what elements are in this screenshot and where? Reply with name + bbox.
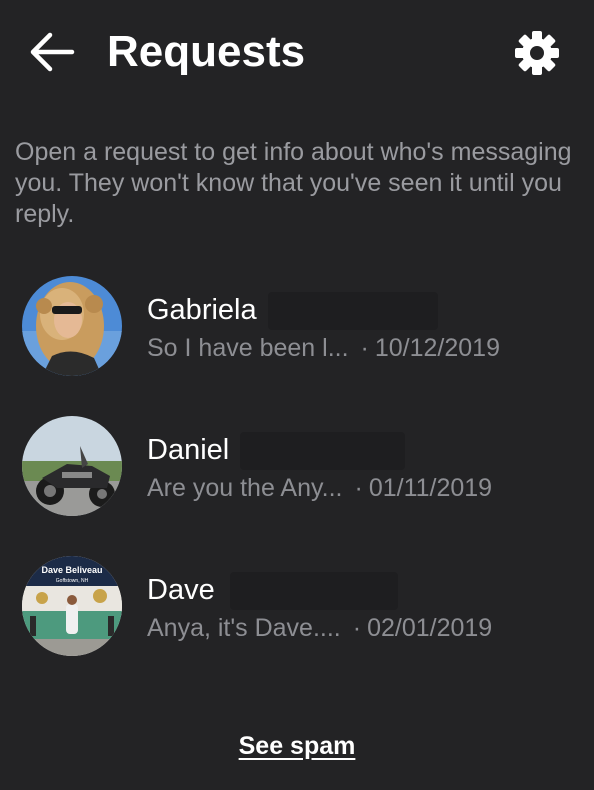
request-date: 01/11/2019 xyxy=(368,474,493,502)
separator: · xyxy=(360,334,369,362)
see-spam-container: See spam xyxy=(0,730,594,762)
message-snippet: Anya, it's Dave.... xyxy=(147,614,341,642)
message-snippet: So I have been l... xyxy=(147,334,349,362)
avatar xyxy=(22,276,122,376)
redacted-surname xyxy=(230,572,398,610)
request-name: Gabriela xyxy=(147,294,257,326)
settings-button[interactable] xyxy=(512,28,562,78)
requests-screen: Requests Open a request to get info abou… xyxy=(0,0,594,790)
back-button[interactable] xyxy=(28,30,76,74)
request-date: 02/01/2019 xyxy=(367,614,493,642)
redacted-surname xyxy=(268,292,438,330)
separator: · xyxy=(352,614,362,642)
request-row-daniel[interactable]: Daniel Are you the Any... · 01/11/2019 xyxy=(0,410,594,550)
redacted-surname xyxy=(240,432,405,470)
avatar: Dave Beliveau Goffstown, NH xyxy=(22,556,122,656)
request-name: Dave xyxy=(147,574,215,606)
avatar-location-text: Goffstown, NH xyxy=(56,578,89,584)
header: Requests xyxy=(0,0,594,110)
see-spam-link[interactable]: See spam xyxy=(239,732,356,760)
request-preview: So I have been l... · 10/12/2019 xyxy=(147,332,500,364)
request-date: 10/12/2019 xyxy=(374,334,500,362)
message-snippet: Are you the Any... xyxy=(147,474,343,502)
info-text: Open a request to get info about who's m… xyxy=(15,138,572,228)
request-list: Gabriela So I have been l... · 10/12/2019 xyxy=(0,270,594,690)
avatar-name-text: Dave Beliveau xyxy=(41,565,102,575)
request-name: Daniel xyxy=(147,434,230,466)
request-preview: Are you the Any... · 01/11/2019 xyxy=(147,472,492,504)
separator: · xyxy=(354,474,363,502)
page-title: Requests xyxy=(107,27,306,76)
request-row-gabriela[interactable]: Gabriela So I have been l... · 10/12/2019 xyxy=(0,270,594,410)
arrow-left-icon xyxy=(30,32,75,72)
avatar xyxy=(22,416,122,516)
request-row-dave[interactable]: Dave Beliveau Goffstown, NH Dave Anya, i… xyxy=(0,550,594,690)
gear-icon xyxy=(515,31,559,75)
request-preview: Anya, it's Dave.... · 02/01/2019 xyxy=(147,612,492,644)
